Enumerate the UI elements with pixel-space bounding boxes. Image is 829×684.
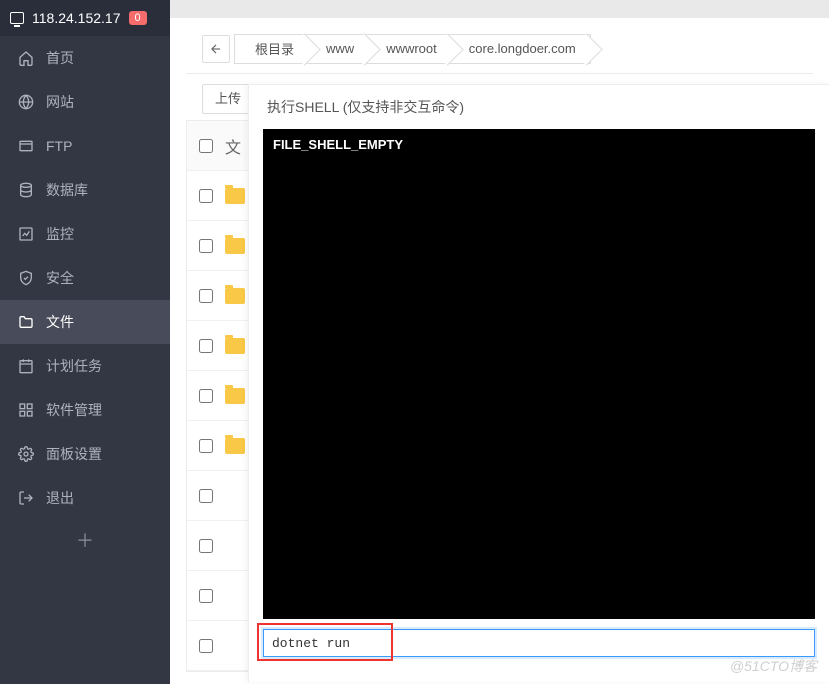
notification-badge[interactable]: 0 xyxy=(129,11,147,25)
sidebar-add-button[interactable]: ＋ xyxy=(0,520,170,560)
folder-icon xyxy=(225,338,245,354)
breadcrumb-item-root[interactable]: 根目录 xyxy=(234,34,309,64)
terminal-output: FILE_SHELL_EMPTY xyxy=(263,129,815,619)
sidebar-item-label: 计划任务 xyxy=(46,356,102,376)
folder-icon xyxy=(225,238,245,254)
chart-icon xyxy=(18,226,34,242)
shell-modal: 执行SHELL (仅支持非交互命令) FILE_SHELL_EMPTY xyxy=(248,84,829,682)
sidebar-item-ftp[interactable]: FTP xyxy=(0,124,170,168)
row-checkbox[interactable] xyxy=(199,339,213,353)
home-icon xyxy=(18,50,34,66)
row-checkbox[interactable] xyxy=(199,389,213,403)
sidebar-item-settings[interactable]: 面板设置 xyxy=(0,432,170,476)
database-icon xyxy=(18,182,34,198)
row-checkbox[interactable] xyxy=(199,289,213,303)
breadcrumb: 根目录 www wwwroot core.longdoer.com xyxy=(186,24,813,74)
row-checkbox[interactable] xyxy=(199,239,213,253)
sidebar-item-logout[interactable]: 退出 xyxy=(0,476,170,520)
sidebar-item-label: 安全 xyxy=(46,268,74,288)
row-checkbox[interactable] xyxy=(199,439,213,453)
grid-icon xyxy=(18,402,34,418)
sidebar-item-label: 网站 xyxy=(46,92,74,112)
sidebar-item-home[interactable]: 首页 xyxy=(0,36,170,80)
sidebar-item-label: 软件管理 xyxy=(46,400,102,420)
command-input-wrap xyxy=(263,629,815,657)
row-checkbox[interactable] xyxy=(199,539,213,553)
folder-icon xyxy=(225,188,245,204)
sidebar-item-cron[interactable]: 计划任务 xyxy=(0,344,170,388)
sidebar-item-monitor[interactable]: 监控 xyxy=(0,212,170,256)
row-checkbox[interactable] xyxy=(199,489,213,503)
logout-icon xyxy=(18,490,34,506)
ftp-icon xyxy=(18,138,34,154)
sidebar-item-label: 监控 xyxy=(46,224,74,244)
server-ip: 118.24.152.17 xyxy=(32,10,121,26)
folder-icon xyxy=(225,438,245,454)
sidebar-item-security[interactable]: 安全 xyxy=(0,256,170,300)
select-all-checkbox[interactable] xyxy=(199,139,213,153)
sidebar-item-label: FTP xyxy=(46,138,72,154)
folder-icon xyxy=(225,388,245,404)
terminal-line: FILE_SHELL_EMPTY xyxy=(273,137,805,152)
folder-icon xyxy=(225,288,245,304)
column-name: 文 xyxy=(225,134,241,158)
sidebar: 118.24.152.17 0 首页 网站 FTP 数据库 监控 xyxy=(0,0,170,684)
globe-icon xyxy=(18,94,34,110)
sidebar-item-label: 面板设置 xyxy=(46,444,102,464)
sidebar-item-database[interactable]: 数据库 xyxy=(0,168,170,212)
upload-button[interactable]: 上传 xyxy=(202,84,254,114)
window-top-strip xyxy=(170,0,829,18)
folder-icon xyxy=(18,314,34,330)
sidebar-item-label: 文件 xyxy=(46,312,74,332)
sidebar-item-software[interactable]: 软件管理 xyxy=(0,388,170,432)
monitor-icon xyxy=(10,12,24,24)
modal-title: 执行SHELL (仅支持非交互命令) xyxy=(249,85,829,129)
row-checkbox[interactable] xyxy=(199,189,213,203)
sidebar-item-website[interactable]: 网站 xyxy=(0,80,170,124)
row-checkbox[interactable] xyxy=(199,639,213,653)
breadcrumb-item-site[interactable]: core.longdoer.com xyxy=(448,34,591,64)
sidebar-item-files[interactable]: 文件 xyxy=(0,300,170,344)
sidebar-header: 118.24.152.17 0 xyxy=(0,0,170,36)
sidebar-item-label: 数据库 xyxy=(46,180,88,200)
shield-icon xyxy=(18,270,34,286)
shell-command-input[interactable] xyxy=(263,629,815,657)
calendar-icon xyxy=(18,358,34,374)
row-checkbox[interactable] xyxy=(199,589,213,603)
breadcrumb-back-button[interactable] xyxy=(202,35,230,63)
sidebar-item-label: 退出 xyxy=(46,488,74,508)
sidebar-item-label: 首页 xyxy=(46,48,74,68)
gear-icon xyxy=(18,446,34,462)
